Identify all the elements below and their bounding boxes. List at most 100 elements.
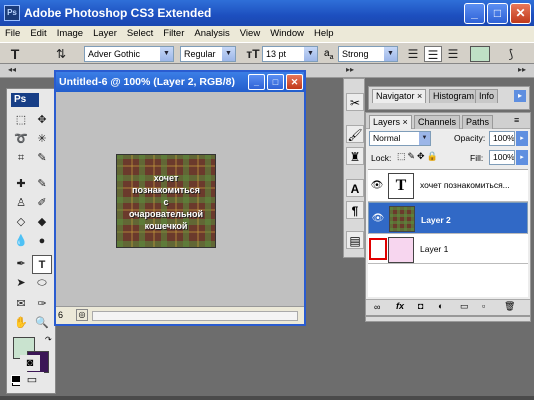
layer-row-selected[interactable]: 👁 Layer 2: [368, 202, 528, 234]
hand-tool-icon[interactable]: ✋: [11, 314, 31, 333]
menu-select[interactable]: Select: [122, 26, 158, 42]
clone-source-icon[interactable]: ♜: [346, 147, 364, 165]
type-tool-preset-icon[interactable]: T: [6, 46, 24, 62]
adjustment-layer-icon[interactable]: ◐: [438, 301, 443, 311]
slice-tool-icon[interactable]: ✎: [32, 149, 52, 168]
collapsed-panel-dock: ✂ 🖌 ♜ A ¶ ▤: [343, 78, 365, 258]
notes-tool-icon[interactable]: ✉: [11, 295, 31, 314]
collapse-icon[interactable]: ◂◂: [8, 65, 16, 74]
tab-histogram[interactable]: Histogram: [429, 89, 479, 103]
tab-paths[interactable]: Paths: [462, 115, 494, 129]
blend-mode-select[interactable]: Normal ▼: [369, 131, 431, 146]
brush-tool-icon[interactable]: ✎: [32, 175, 52, 194]
move-tool-icon[interactable]: ✥: [32, 111, 52, 130]
menu-image[interactable]: Image: [52, 26, 88, 42]
character-icon[interactable]: A: [346, 179, 364, 197]
menu-window[interactable]: Window: [265, 26, 309, 42]
tab-layers[interactable]: Layers ×: [369, 115, 412, 129]
menu-edit[interactable]: Edit: [25, 26, 51, 42]
text-orientation-icon[interactable]: ⇅: [52, 46, 70, 62]
minimize-button[interactable]: _: [464, 3, 485, 24]
status-menu-icon[interactable]: ◎: [76, 309, 88, 321]
clone-stamp-tool-icon[interactable]: ♙: [11, 194, 31, 213]
magic-wand-tool-icon[interactable]: ✳: [32, 130, 52, 149]
marquee-tool-icon[interactable]: ⬚: [11, 111, 31, 130]
panel-menu-icon[interactable]: ▸: [514, 90, 526, 102]
link-layers-icon[interactable]: ∞: [374, 302, 380, 312]
history-brush-tool-icon[interactable]: ✐: [32, 194, 52, 213]
menu-filter[interactable]: Filter: [158, 26, 189, 42]
layer-comps-icon[interactable]: ▤: [346, 231, 364, 249]
path-selection-tool-icon[interactable]: ➤: [11, 274, 31, 293]
menu-file[interactable]: File: [0, 26, 25, 42]
fill-input[interactable]: 100%: [489, 150, 515, 165]
maximize-button[interactable]: □: [487, 3, 508, 24]
eyedropper-tool-icon[interactable]: ✑: [32, 295, 52, 314]
text-color-swatch[interactable]: [470, 46, 490, 62]
blur-tool-icon[interactable]: 💧: [11, 232, 31, 251]
layer-row[interactable]: 👁 T хочет познакомиться...: [368, 170, 528, 202]
panel-menu-icon[interactable]: ≡: [514, 115, 519, 125]
align-left-icon[interactable]: ☰: [404, 46, 422, 62]
opacity-slider-icon[interactable]: ▸: [516, 131, 528, 146]
healing-brush-tool-icon[interactable]: ✚: [11, 175, 31, 194]
zoom-tool-icon[interactable]: 🔍: [32, 314, 52, 333]
artwork-text-line: очаровательной: [128, 209, 204, 219]
warp-text-icon[interactable]: ⟆: [502, 46, 520, 62]
menu-help[interactable]: Help: [309, 26, 339, 42]
tool-presets-icon[interactable]: ✂: [346, 93, 364, 111]
tab-info[interactable]: Info: [475, 89, 499, 103]
eraser-tool-icon[interactable]: ◇: [11, 213, 31, 232]
menu-bar: File Edit Image Layer Select Filter Anal…: [0, 26, 534, 42]
layer-row[interactable]: Layer 1: [368, 234, 528, 264]
paragraph-icon[interactable]: ¶: [346, 201, 364, 219]
layer-name[interactable]: Layer 2: [421, 213, 451, 227]
fill-slider-icon[interactable]: ▸: [516, 150, 528, 165]
new-group-icon[interactable]: ▭: [460, 301, 469, 312]
lasso-tool-icon[interactable]: ➰: [11, 130, 31, 149]
tab-channels[interactable]: Channels: [414, 115, 461, 129]
artwork-image[interactable]: хочет познакомиться с очаровательной кош…: [116, 154, 216, 248]
brushes-icon[interactable]: 🖌: [346, 125, 364, 143]
add-mask-icon[interactable]: ◘: [418, 301, 423, 311]
layer-name[interactable]: хочет познакомиться...: [420, 180, 510, 190]
font-style-select[interactable]: Regular ▼: [180, 46, 236, 62]
font-family-select[interactable]: Adver Gothic ▼: [84, 46, 174, 62]
lock-icons[interactable]: ⬚✎✥🔒: [397, 151, 440, 162]
doc-minimize-button[interactable]: _: [248, 74, 265, 90]
visibility-eye-icon[interactable]: 👁: [371, 211, 385, 227]
doc-close-button[interactable]: ✕: [286, 74, 303, 90]
delete-layer-icon[interactable]: 🗑: [504, 301, 515, 312]
font-size-select[interactable]: 13 pt ▼: [262, 46, 318, 62]
text-layer-thumbnail: T: [388, 173, 414, 199]
type-tool-icon[interactable]: T: [32, 255, 52, 274]
hidden-visibility-box[interactable]: [369, 238, 387, 260]
expand-icon[interactable]: ▸▸: [518, 65, 526, 74]
layer-name[interactable]: Layer 1: [420, 244, 448, 254]
visibility-eye-icon[interactable]: 👁: [370, 178, 384, 194]
collapse-icon[interactable]: ▸▸: [346, 65, 354, 74]
doc-maximize-button[interactable]: □: [267, 74, 284, 90]
zoom-status[interactable]: 6: [58, 310, 63, 320]
align-right-icon[interactable]: ☰: [444, 46, 462, 62]
canvas-area[interactable]: хочет познакомиться с очаровательной кош…: [56, 92, 304, 306]
horizontal-scrollbar[interactable]: [92, 311, 298, 321]
quick-mask-icon[interactable]: ◙: [20, 355, 40, 371]
swap-colors-icon[interactable]: ↷: [45, 335, 52, 344]
anti-alias-select[interactable]: Strong ▼: [338, 46, 398, 62]
dodge-tool-icon[interactable]: ●: [32, 232, 52, 251]
close-button[interactable]: ✕: [510, 3, 531, 24]
new-layer-icon[interactable]: ▫: [482, 301, 485, 311]
menu-layer[interactable]: Layer: [88, 26, 122, 42]
shape-tool-icon[interactable]: ⬭: [32, 274, 52, 293]
crop-tool-icon[interactable]: ⌗: [11, 149, 31, 168]
pen-tool-icon[interactable]: ✒: [11, 255, 31, 274]
layer-style-icon[interactable]: fx: [396, 301, 404, 311]
paint-bucket-tool-icon[interactable]: ◆: [32, 213, 52, 232]
align-center-icon[interactable]: ☰: [424, 46, 442, 62]
tab-navigator[interactable]: Navigator ×: [372, 89, 427, 103]
menu-view[interactable]: View: [235, 26, 265, 42]
opacity-input[interactable]: 100%: [489, 131, 515, 146]
screen-mode-icon[interactable]: ▭: [20, 372, 44, 388]
menu-analysis[interactable]: Analysis: [189, 26, 234, 42]
